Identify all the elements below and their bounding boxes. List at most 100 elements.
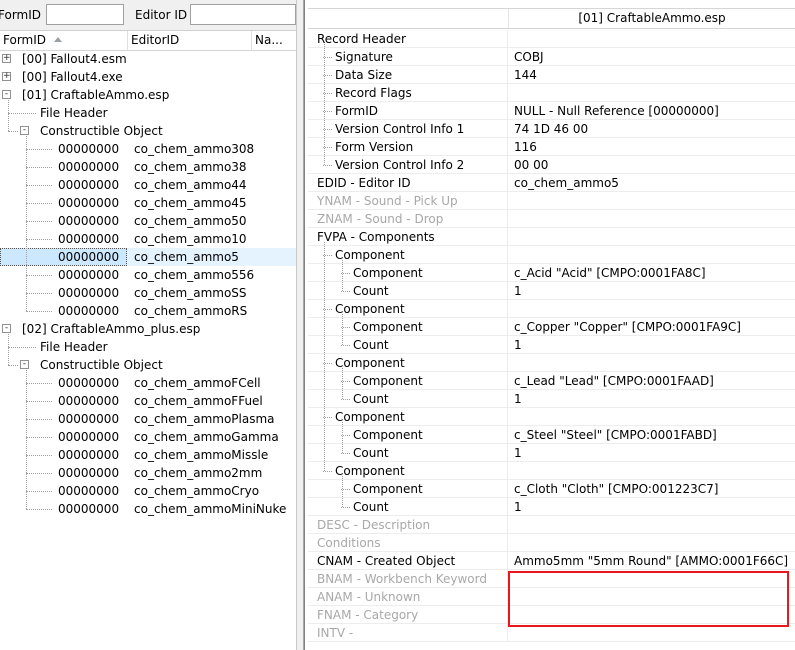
tree-record-row[interactable]: 00000000 co_chem_ammo2mm: [0, 464, 296, 482]
field-label-cell: DESC - Description: [308, 516, 508, 534]
collapse-icon[interactable]: -: [2, 90, 11, 99]
expand-icon[interactable]: +: [2, 72, 11, 81]
field-connector: [323, 165, 332, 166]
tree-record-row[interactable]: 00000000 co_chem_ammo10: [0, 230, 296, 248]
record-field-row[interactable]: EDID - Editor ID co_chem_ammo5: [308, 174, 795, 192]
tree-node-row[interactable]: - Constructible Object: [0, 122, 296, 140]
field-value[interactable]: c_Acid "Acid" [CMPO:0001FA8C]: [514, 264, 706, 282]
record-field-row[interactable]: CNAM - Created Object Ammo5mm "5mm Round"…: [308, 552, 795, 570]
collapse-icon[interactable]: -: [20, 360, 29, 369]
record-field-row[interactable]: Count 1: [308, 444, 795, 462]
tree-record-row[interactable]: 00000000 co_chem_ammoRS: [0, 302, 296, 320]
field-label-cell: Form Version: [308, 138, 508, 156]
record-field-row[interactable]: ZNAM - Sound - Drop: [308, 210, 795, 228]
tree-node-row[interactable]: File Header: [0, 338, 296, 356]
tree-node-row[interactable]: + [00] Fallout4.esm: [0, 50, 296, 68]
record-field-row[interactable]: FormID NULL - Null Reference [00000000]: [308, 102, 795, 120]
record-formid: 00000000: [58, 286, 120, 300]
record-field-row[interactable]: Count 1: [308, 336, 795, 354]
record-field-row[interactable]: Component: [308, 462, 795, 480]
field-value[interactable]: c_Cloth "Cloth" [CMPO:001223C7]: [514, 480, 718, 498]
tree-record-row[interactable]: 00000000 co_chem_ammoFFuel: [0, 392, 296, 410]
tree-record-row[interactable]: 00000000 co_chem_ammo5: [0, 248, 296, 266]
record-field-row[interactable]: Data Size 144: [308, 66, 795, 84]
record-field-row[interactable]: YNAM - Sound - Pick Up: [308, 192, 795, 210]
tree-record-row[interactable]: 00000000 co_chem_ammo50: [0, 212, 296, 230]
column-formid[interactable]: FormID: [0, 31, 128, 50]
tree-node-row[interactable]: - [02] CraftableAmmo_plus.esp: [0, 320, 296, 338]
tree-connector: [26, 149, 52, 150]
field-value[interactable]: c_Steel "Steel" [CMPO:0001FABD]: [514, 426, 717, 444]
tree-record-row[interactable]: 00000000 co_chem_ammo45: [0, 194, 296, 212]
record-field-row[interactable]: Version Control Info 1 74 1D 46 00: [308, 120, 795, 138]
field-value[interactable]: COBJ: [514, 48, 544, 66]
record-field-row[interactable]: Component: [308, 354, 795, 372]
formid-filter-input[interactable]: [46, 4, 124, 25]
record-field-row[interactable]: Component c_Copper "Copper" [CMPO:0001FA9…: [308, 318, 795, 336]
record-field-row[interactable]: Component: [308, 300, 795, 318]
record-field-row[interactable]: Conditions: [308, 534, 795, 552]
field-value[interactable]: co_chem_ammo5: [514, 174, 619, 192]
field-connector: [323, 471, 332, 472]
tree-record-row[interactable]: 00000000 co_chem_ammo308: [0, 140, 296, 158]
field-label: Signature: [335, 50, 393, 64]
field-label: ANAM - Unknown: [317, 590, 421, 604]
pane-splitter[interactable]: [296, 0, 304, 650]
record-field-row[interactable]: Version Control Info 2 00 00: [308, 156, 795, 174]
tree-node-row[interactable]: + [00] Fallout4.exe: [0, 68, 296, 86]
tree-connector: [26, 203, 52, 204]
record-field-row[interactable]: Count 1: [308, 282, 795, 300]
tree-node-row[interactable]: - Constructible Object: [0, 356, 296, 374]
field-value[interactable]: c_Copper "Copper" [CMPO:0001FA9C]: [514, 318, 741, 336]
tree-record-row[interactable]: 00000000 co_chem_ammoCryo: [0, 482, 296, 500]
collapse-icon[interactable]: -: [2, 324, 11, 333]
column-name[interactable]: Na...: [252, 31, 296, 50]
record-field-row[interactable]: Component c_Acid "Acid" [CMPO:0001FA8C]: [308, 264, 795, 282]
record-field-row[interactable]: Count 1: [308, 390, 795, 408]
column-editorid[interactable]: EditorID: [128, 31, 252, 50]
record-editorid: co_chem_ammoRS: [134, 304, 248, 318]
field-value[interactable]: 116: [514, 138, 537, 156]
record-field-row[interactable]: DESC - Description: [308, 516, 795, 534]
tree-record-row[interactable]: 00000000 co_chem_ammoMiniNuke: [0, 500, 296, 518]
record-field-row[interactable]: Component: [308, 408, 795, 426]
record-field-row[interactable]: Record Flags: [308, 84, 795, 102]
tree-record-row[interactable]: 00000000 co_chem_ammo556: [0, 266, 296, 284]
tree-record-row[interactable]: 00000000 co_chem_ammo44: [0, 176, 296, 194]
collapse-icon[interactable]: -: [20, 126, 29, 135]
tree-record-row[interactable]: 00000000 co_chem_ammoGamma: [0, 428, 296, 446]
record-field-row[interactable]: Count 1: [308, 498, 795, 516]
record-field-row[interactable]: Component c_Steel "Steel" [CMPO:0001FABD]: [308, 426, 795, 444]
record-editorid: co_chem_ammo45: [134, 196, 247, 210]
record-field-row[interactable]: Form Version 116: [308, 138, 795, 156]
field-value[interactable]: 1: [514, 498, 522, 516]
record-view-header: [01] CraftableAmmo.esp: [308, 8, 795, 29]
editorid-filter-input[interactable]: [190, 4, 296, 25]
field-value[interactable]: 1: [514, 444, 522, 462]
field-value[interactable]: 00 00: [514, 156, 548, 174]
field-value[interactable]: NULL - Null Reference [00000000]: [514, 102, 719, 120]
record-formid: 00000000: [58, 376, 120, 390]
field-value[interactable]: 1: [514, 390, 522, 408]
record-field-row[interactable]: FVPA - Components: [308, 228, 795, 246]
record-field-row[interactable]: Record Header: [308, 30, 795, 48]
field-connector: [324, 242, 325, 471]
tree-record-row[interactable]: 00000000 co_chem_ammoFCell: [0, 374, 296, 392]
field-value[interactable]: c_Lead "Lead" [CMPO:0001FAAD]: [514, 372, 714, 390]
field-value[interactable]: 144: [514, 66, 537, 84]
tree-record-row[interactable]: 00000000 co_chem_ammo38: [0, 158, 296, 176]
field-value[interactable]: 1: [514, 336, 522, 354]
field-value[interactable]: Ammo5mm "5mm Round" [AMMO:0001F66C]: [514, 552, 788, 570]
record-field-row[interactable]: Component: [308, 246, 795, 264]
tree-record-row[interactable]: 00000000 co_chem_ammoMissle: [0, 446, 296, 464]
tree-record-row[interactable]: 00000000 co_chem_ammoSS: [0, 284, 296, 302]
expand-icon[interactable]: +: [2, 54, 11, 63]
record-field-row[interactable]: Component c_Lead "Lead" [CMPO:0001FAAD]: [308, 372, 795, 390]
tree-node-row[interactable]: - [01] CraftableAmmo.esp: [0, 86, 296, 104]
tree-node-row[interactable]: File Header: [0, 104, 296, 122]
tree-record-row[interactable]: 00000000 co_chem_ammoPlasma: [0, 410, 296, 428]
field-value[interactable]: 1: [514, 282, 522, 300]
field-value[interactable]: 74 1D 46 00: [514, 120, 588, 138]
record-field-row[interactable]: Signature COBJ: [308, 48, 795, 66]
record-field-row[interactable]: Component c_Cloth "Cloth" [CMPO:001223C7]: [308, 480, 795, 498]
